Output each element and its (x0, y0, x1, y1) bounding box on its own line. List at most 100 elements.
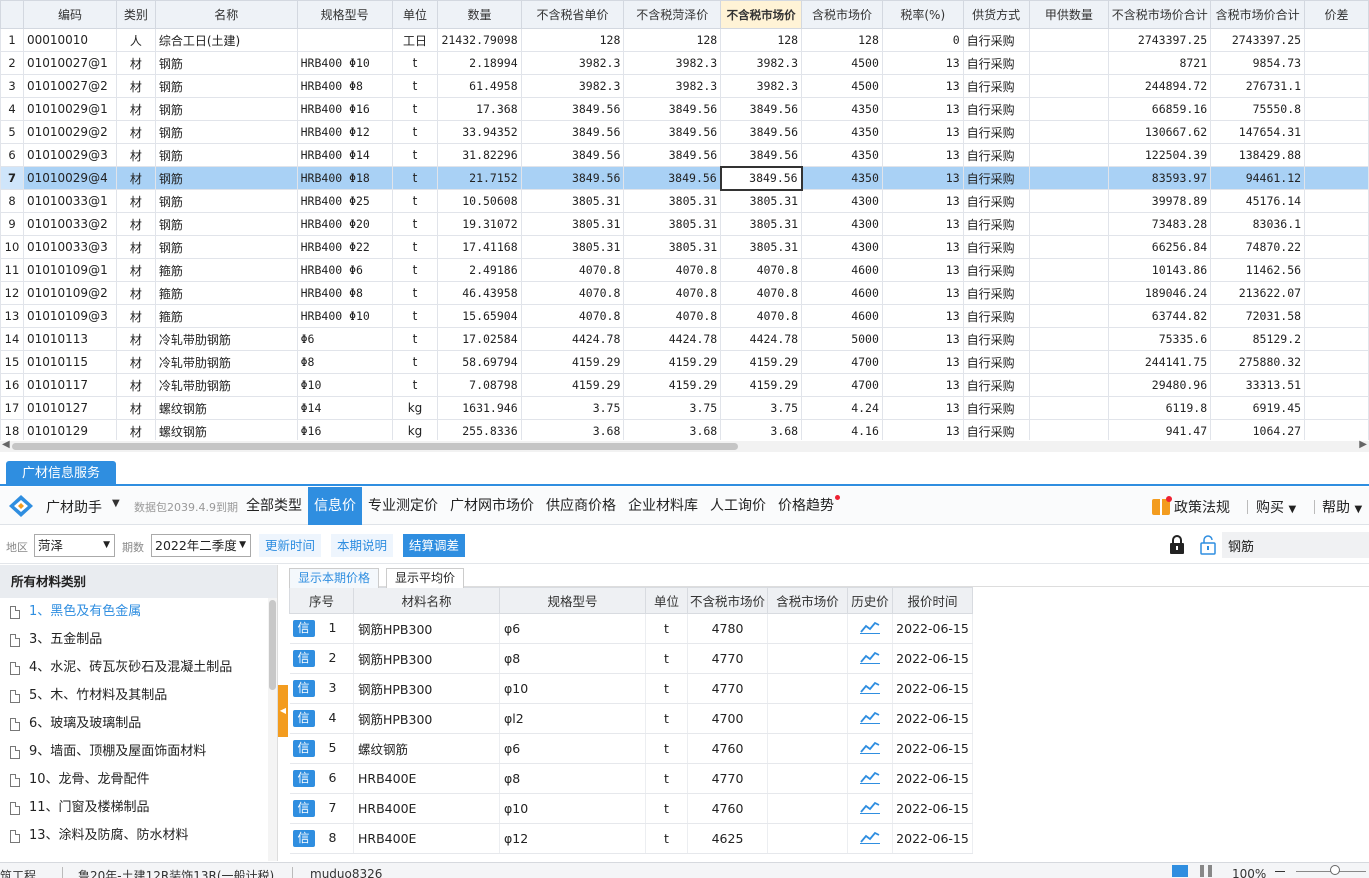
grid-cell-code[interactable]: 01010129 (22, 419, 117, 440)
grid-cell-diff[interactable] (1304, 373, 1369, 397)
grid-cell-p2[interactable]: 4070.8 (623, 304, 722, 328)
grid-cell-code[interactable]: 01010029@3 (22, 143, 117, 167)
grid-cell-diff[interactable] (1304, 120, 1369, 144)
grid-cell-unit[interactable]: t (391, 304, 439, 328)
grid-cell-jia[interactable] (1028, 212, 1110, 236)
grid-cell-spec[interactable]: HRB400 Φ18 (296, 166, 393, 190)
table-row[interactable]: 17 01010127 材螺纹钢筋 Φ14 kg 1631.946 3.75 3.75 3.75… (0, 396, 1369, 420)
grid-cell-t2[interactable]: 11462.56 (1210, 258, 1306, 282)
grid-cell-p4[interactable]: 4300 (801, 212, 883, 236)
grid-column-header[interactable]: 含税市场价合计 (1210, 0, 1306, 29)
grid-cell-t2[interactable]: 45176.14 (1210, 189, 1306, 213)
grid-cell-code[interactable]: 01010109@3 (22, 304, 117, 328)
grid-cell-qty[interactable]: 17.368 (437, 97, 522, 121)
grid-cell-supply[interactable]: 自行采购 (962, 143, 1030, 167)
grid-cell-p3[interactable]: 4070.8 (720, 304, 803, 328)
grid-column-header[interactable]: 供货方式 (962, 0, 1030, 29)
grid-cell-code[interactable]: 01010033@1 (22, 189, 117, 213)
grid-cell-p1[interactable]: 3982.3 (520, 51, 625, 75)
price-cell-spec[interactable]: φ6 (499, 733, 646, 764)
grid-cell-spec[interactable]: HRB400 Φ12 (296, 120, 393, 144)
row-number[interactable]: 11 (0, 258, 24, 282)
grid-cell-name[interactable]: 冷轧带肋钢筋 (154, 373, 298, 397)
grid-column-header[interactable]: 含税市场价 (801, 0, 883, 29)
grid-cell-qty[interactable]: 58.69794 (437, 350, 522, 374)
grid-cell-tax[interactable]: 13 (881, 419, 964, 440)
grid-cell-p2[interactable]: 3805.31 (623, 235, 722, 259)
grid-cell-qty[interactable]: 2.49186 (437, 258, 522, 282)
grid-cell-code[interactable]: 01010127 (22, 396, 117, 420)
grid-cell-t1[interactable]: 6119.8 (1108, 396, 1212, 420)
grid-cell-supply[interactable]: 自行采购 (962, 396, 1030, 420)
grid-cell-jia[interactable] (1028, 350, 1110, 374)
grid-cell-code[interactable]: 01010113 (22, 327, 117, 351)
policy-button[interactable]: 政策法规 (1152, 496, 1230, 517)
grid-cell-t1[interactable]: 122504.39 (1108, 143, 1212, 167)
price-cell-tax_price[interactable] (767, 793, 848, 824)
table-row[interactable]: 信 8 HRB400E φ12 t 4625 2022-06-15 (289, 823, 973, 854)
table-row[interactable]: 信 4 钢筋HPB300 φl2 t 4700 2022-06-15 (289, 703, 973, 734)
row-number[interactable]: 4 (0, 97, 24, 121)
grid-cell-spec[interactable]: HRB400 Φ22 (296, 235, 393, 259)
price-cell-tax_price[interactable] (767, 763, 848, 794)
grid-cell-p3[interactable]: 4070.8 (720, 258, 803, 282)
grid-cell-t1[interactable]: 83593.97 (1108, 166, 1212, 190)
grid-cell-p1[interactable]: 3849.56 (520, 166, 625, 190)
grid-cell-p3[interactable]: 128 (720, 28, 803, 52)
table-row[interactable]: 5 01010029@2 材钢筋 HRB400 Φ12 t 33.94352 3849.56… (0, 120, 1369, 144)
grid-cell-cat[interactable]: 材 (115, 396, 156, 420)
grid-cell-p1[interactable]: 3849.56 (520, 120, 625, 144)
grid-cell-tax[interactable]: 13 (881, 166, 964, 190)
grid-cell-name[interactable]: 钢筋 (154, 51, 298, 75)
grid-cell-jia[interactable] (1028, 235, 1110, 259)
grid-cell-t2[interactable]: 2743397.25 (1210, 28, 1306, 52)
category-item[interactable]: 9、墙面、顶棚及屋面饰面材料 (0, 738, 277, 766)
grid-cell-tax[interactable]: 13 (881, 373, 964, 397)
grid-cell-t1[interactable]: 189046.24 (1108, 281, 1212, 305)
grid-cell-name[interactable]: 箍筋 (154, 304, 298, 328)
grid-cell-cat[interactable]: 材 (115, 235, 156, 259)
grid-cell-spec[interactable]: HRB400 Φ8 (296, 74, 393, 98)
table-row[interactable]: 18 01010129 材螺纹钢筋 Φ16 kg 255.8336 3.68 3.68 3.68… (0, 419, 1369, 440)
grid-cell-name[interactable]: 螺纹钢筋 (154, 396, 298, 420)
price-cell-spec[interactable]: φl2 (499, 703, 646, 734)
grid-cell-p1[interactable]: 3805.31 (520, 212, 625, 236)
tab-all-types[interactable]: 全部类型 (240, 487, 308, 525)
table-row[interactable]: 10 01010033@3 材钢筋 HRB400 Φ22 t 17.41168 3805.3… (0, 235, 1369, 259)
price-cell-date[interactable]: 2022-06-15 (892, 673, 973, 704)
info-badge[interactable]: 信 (292, 620, 315, 637)
grid-cell-p4[interactable]: 4700 (801, 373, 883, 397)
grid-cell-t1[interactable]: 8721 (1108, 51, 1212, 75)
grid-cell-tax[interactable]: 13 (881, 74, 964, 98)
grid-cell-tax[interactable]: 0 (881, 28, 964, 52)
table-row[interactable]: 信 7 HRB400E φ10 t 4760 2022-06-15 (289, 793, 973, 824)
grid-cell-p4[interactable]: 4300 (801, 189, 883, 213)
grid-cell-qty[interactable]: 33.94352 (437, 120, 522, 144)
grid-cell-cat[interactable]: 材 (115, 212, 156, 236)
table-row[interactable]: 13 01010109@3 材箍筋 HRB400 Φ10 t 15.65904 4070.8… (0, 304, 1369, 328)
table-row[interactable]: 3 01010027@2 材钢筋 HRB400 Φ8 t 61.4958 3982.3 398… (0, 74, 1369, 98)
tab-price-trend[interactable]: 价格趋势 (772, 487, 840, 525)
grid-cell-tax[interactable]: 13 (881, 235, 964, 259)
grid-cell-p2[interactable]: 4070.8 (623, 281, 722, 305)
row-number[interactable]: 1 (0, 28, 24, 52)
grid-cell-cat[interactable]: 材 (115, 281, 156, 305)
grid-cell-p3[interactable]: 3982.3 (720, 74, 803, 98)
grid-cell-p3[interactable]: 4070.8 (720, 281, 803, 305)
table-row[interactable]: 7 01010029@4 材钢筋 HRB400 Φ18 t 21.7152 3849.56 3… (0, 165, 1369, 191)
category-item[interactable]: 4、水泥、砖瓦灰砂石及混凝土制品 (0, 654, 277, 682)
grid-cell-diff[interactable] (1304, 189, 1369, 213)
price-cell-unit[interactable]: t (645, 793, 688, 824)
grid-cell-p2[interactable]: 3849.56 (623, 166, 722, 190)
tab-supplier-price[interactable]: 供应商价格 (540, 487, 622, 525)
price-cell-name[interactable]: 钢筋HPB300 (353, 673, 500, 704)
grid-cell-unit[interactable]: t (391, 51, 439, 75)
scrollbar-thumb[interactable] (12, 443, 738, 450)
table-row[interactable]: 4 01010029@1 材钢筋 HRB400 Φ16 t 17.368 3849.56 38… (0, 97, 1369, 121)
row-number[interactable]: 17 (0, 396, 24, 420)
grid-cell-spec[interactable]: HRB400 Φ20 (296, 212, 393, 236)
grid-cell-qty[interactable]: 17.02584 (437, 327, 522, 351)
grid-cell-p4[interactable]: 4350 (801, 120, 883, 144)
grid-cell-t2[interactable]: 74870.22 (1210, 235, 1306, 259)
grid-cell-t1[interactable]: 244894.72 (1108, 74, 1212, 98)
